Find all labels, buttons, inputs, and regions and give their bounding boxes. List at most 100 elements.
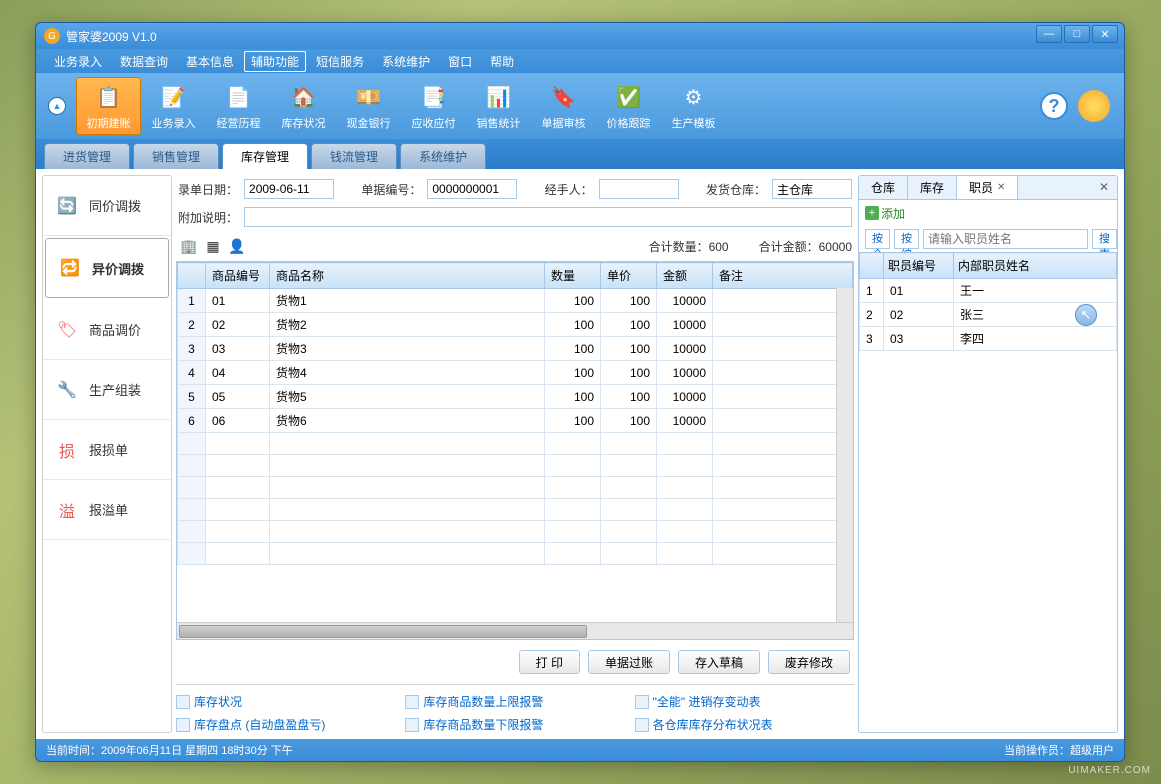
h-scrollbar[interactable] xyxy=(177,622,853,639)
link-0[interactable]: 库存状况 xyxy=(176,693,395,710)
grid-header-6[interactable]: 备注 xyxy=(713,263,853,289)
tab-1[interactable]: 销售管理 xyxy=(133,143,219,169)
tool-icon-8: ✅ xyxy=(613,81,645,113)
nav-item-4[interactable]: 损报损单 xyxy=(43,420,171,480)
warehouse-input[interactable] xyxy=(772,179,852,199)
mode-fullname-button[interactable]: 按全名 xyxy=(865,229,890,249)
table-row[interactable] xyxy=(178,521,853,543)
grid-header-0[interactable] xyxy=(178,263,206,289)
handler-input[interactable] xyxy=(599,179,679,199)
tab-4[interactable]: 系统维护 xyxy=(400,143,486,169)
doc-no-input[interactable] xyxy=(427,179,517,199)
right-grid-header-0[interactable] xyxy=(860,253,884,279)
minimize-button[interactable]: — xyxy=(1036,25,1062,43)
building-icon[interactable]: 🏢 xyxy=(180,237,198,255)
tool-btn-3[interactable]: 🏠库存状况 xyxy=(271,77,336,135)
right-tab-0[interactable]: 仓库 xyxy=(859,176,908,199)
maximize-button[interactable]: □ xyxy=(1064,25,1090,43)
table-row[interactable]: 606货物610010010000 xyxy=(178,409,853,433)
grid-icon[interactable]: ▦ xyxy=(204,237,222,255)
action-btn-2[interactable]: 存入草稿 xyxy=(678,650,760,674)
close-button[interactable]: ✕ xyxy=(1092,25,1118,43)
tool-btn-7[interactable]: 🔖单据审核 xyxy=(531,77,596,135)
tool-btn-1[interactable]: 📝业务录入 xyxy=(141,77,206,135)
tool-btn-9[interactable]: ⚙生产模板 xyxy=(661,77,726,135)
grid-header-5[interactable]: 金额 xyxy=(657,263,713,289)
table-row[interactable] xyxy=(178,455,853,477)
right-grid-header-1[interactable]: 职员编号 xyxy=(884,253,954,279)
titlebar[interactable]: G 管家婆2009 V1.0 — □ ✕ xyxy=(36,23,1124,49)
menu-item-7[interactable]: 帮助 xyxy=(482,51,522,72)
grid-header-2[interactable]: 商品名称 xyxy=(270,263,545,289)
tool-btn-2[interactable]: 📄经营历程 xyxy=(206,77,271,135)
link-2[interactable]: "全能" 进销存变动表 xyxy=(635,693,854,710)
link-4[interactable]: 库存商品数量下限报警 xyxy=(405,716,624,733)
search-input[interactable] xyxy=(923,229,1088,249)
table-row[interactable]: 505货物510010010000 xyxy=(178,385,853,409)
nav-item-5[interactable]: 溢报溢单 xyxy=(43,480,171,540)
menu-item-5[interactable]: 系统维护 xyxy=(374,51,438,72)
search-button[interactable]: 搜索 xyxy=(1092,229,1117,249)
person-icon[interactable]: 👤 xyxy=(228,237,246,255)
tool-btn-5[interactable]: 📑应收应付 xyxy=(401,77,466,135)
table-row[interactable] xyxy=(178,543,853,565)
nav-icon-3: 🔧 xyxy=(55,378,79,402)
mode-code-button[interactable]: 按编号 xyxy=(894,229,919,249)
link-icon xyxy=(176,718,190,732)
tab-0[interactable]: 进货管理 xyxy=(44,143,130,169)
link-3[interactable]: 库存盘点 (自动盘盈盘亏) xyxy=(176,716,395,733)
tab-2[interactable]: 库存管理 xyxy=(222,143,308,169)
link-5[interactable]: 各仓库库存分布状况表 xyxy=(635,716,854,733)
grid-header-1[interactable]: 商品编号 xyxy=(206,263,270,289)
nav-item-2[interactable]: 🏷商品调价 xyxy=(43,300,171,360)
table-row[interactable]: 404货物410010010000 xyxy=(178,361,853,385)
right-tab-1[interactable]: 库存 xyxy=(908,176,957,199)
date-input[interactable] xyxy=(244,179,334,199)
warehouse-label: 发货仓库： xyxy=(706,181,766,198)
table-row[interactable]: 202货物210010010000 xyxy=(178,313,853,337)
tool-btn-4[interactable]: 💴现金银行 xyxy=(336,77,401,135)
right-tab-2[interactable]: 职员 ✕ xyxy=(957,176,1018,199)
total-amt: 合计金额：60000 xyxy=(759,238,852,255)
collapse-toolbar-button[interactable]: ▲ xyxy=(48,97,66,115)
remark-input[interactable] xyxy=(244,207,852,227)
menu-item-6[interactable]: 窗口 xyxy=(440,51,480,72)
content-area: 🔄同价调拨🔁异价调拨🏷商品调价🔧生产组装损报损单溢报溢单 录单日期： 单据编号：… xyxy=(36,169,1124,739)
nav-item-1[interactable]: 🔁异价调拨 xyxy=(45,238,169,298)
table-row[interactable]: 303货物310010010000 xyxy=(178,337,853,361)
table-row[interactable] xyxy=(178,433,853,455)
table-row[interactable] xyxy=(178,499,853,521)
main-window: G 管家婆2009 V1.0 — □ ✕ 业务录入数据查询基本信息辅助功能短信服… xyxy=(35,22,1125,762)
action-btn-1[interactable]: 单据过账 xyxy=(588,650,670,674)
right-panel-close-icon[interactable]: ✕ xyxy=(1099,180,1113,194)
nav-item-0[interactable]: 🔄同价调拨 xyxy=(43,176,171,236)
v-scrollbar[interactable] xyxy=(836,288,853,622)
table-row[interactable]: 101货物110010010000 xyxy=(178,289,853,313)
tab-3[interactable]: 钱流管理 xyxy=(311,143,397,169)
right-table-row[interactable]: 303李四 xyxy=(860,327,1117,351)
grid-header-3[interactable]: 数量 xyxy=(545,263,601,289)
action-btn-3[interactable]: 废弃修改 xyxy=(768,650,850,674)
tool-btn-8[interactable]: ✅价格跟踪 xyxy=(596,77,661,135)
window-title: 管家婆2009 V1.0 xyxy=(66,28,157,45)
right-table-row[interactable]: 101王一 xyxy=(860,279,1117,303)
menu-item-0[interactable]: 业务录入 xyxy=(46,51,110,72)
action-btn-0[interactable]: 打 印 xyxy=(519,650,580,674)
menu-item-2[interactable]: 基本信息 xyxy=(178,51,242,72)
menu-item-1[interactable]: 数据查询 xyxy=(112,51,176,72)
menu-item-3[interactable]: 辅助功能 xyxy=(244,51,306,72)
select-arrow-icon[interactable]: ↖ xyxy=(1075,304,1097,326)
right-grid-header-2[interactable]: 内部职员姓名 xyxy=(954,253,1117,279)
tab-close-icon[interactable]: ✕ xyxy=(997,182,1005,193)
menu-item-4[interactable]: 短信服务 xyxy=(308,51,372,72)
add-button[interactable]: + 添加 xyxy=(865,205,905,222)
gold-icon[interactable] xyxy=(1078,90,1110,122)
tool-btn-6[interactable]: 📊销售统计 xyxy=(466,77,531,135)
grid-header-4[interactable]: 单价 xyxy=(601,263,657,289)
link-1[interactable]: 库存商品数量上限报警 xyxy=(405,693,624,710)
tool-btn-0[interactable]: 📋初期建账 xyxy=(76,77,141,135)
help-icon[interactable]: ? xyxy=(1040,92,1068,120)
table-row[interactable] xyxy=(178,477,853,499)
toolbar: 📋初期建账📝业务录入📄经营历程🏠库存状况💴现金银行📑应收应付📊销售统计🔖单据审核… xyxy=(76,77,726,135)
nav-item-3[interactable]: 🔧生产组装 xyxy=(43,360,171,420)
